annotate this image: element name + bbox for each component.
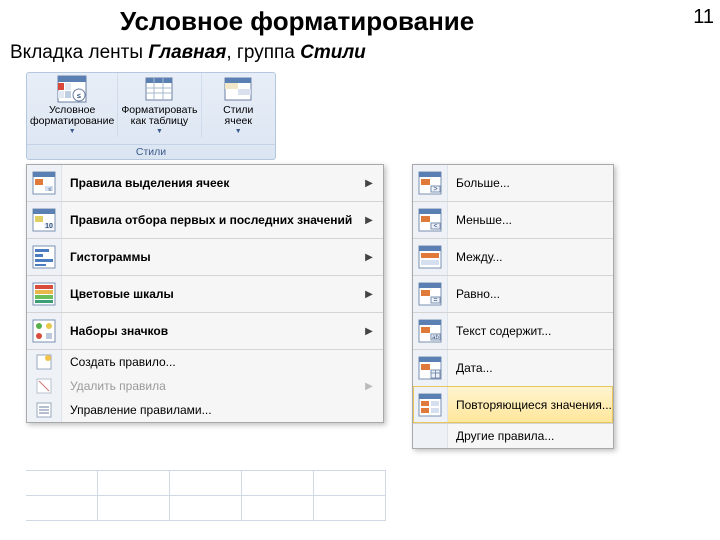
menu-item-highlight-cells-rules[interactable]: ≤ Правила выделения ячеек ▶: [27, 165, 383, 201]
submenu-arrow-icon: ▶: [361, 289, 383, 300]
format-as-table-icon: [144, 75, 174, 103]
submenu-item-duplicate-values[interactable]: Повторяющиеся значения...: [413, 386, 613, 423]
menu-label: Дата...: [448, 361, 613, 375]
menu-label: Удалить правила: [62, 379, 361, 393]
menu-item-manage-rules[interactable]: Управление правилами...: [27, 398, 383, 422]
submenu-item-equal-to[interactable]: = Равно...: [413, 275, 613, 312]
submenu-item-more-rules[interactable]: Другие правила...: [413, 423, 613, 448]
clear-rules-icon: [36, 378, 52, 394]
submenu-arrow-icon: ▶: [361, 178, 383, 189]
format-as-table-button[interactable]: Форматировать как таблицу ▼: [118, 73, 201, 137]
submenu-item-less-than[interactable]: < Меньше...: [413, 201, 613, 238]
subtitle-sep: , группа: [226, 42, 300, 63]
submenu-item-between[interactable]: Между...: [413, 238, 613, 275]
menu-label: Меньше...: [448, 213, 613, 227]
menu-item-top-bottom-rules[interactable]: 10 Правила отбора первых и последних зна…: [27, 201, 383, 238]
conditional-formatting-button[interactable]: ≤ Условное форматирование ▼: [27, 73, 118, 137]
highlight-cells-submenu: > Больше... < Меньше...: [412, 164, 614, 449]
subtitle-tab-name: Главная: [148, 42, 226, 63]
date-icon: [418, 356, 442, 380]
menu-label: Больше...: [448, 176, 613, 190]
page-number: 11: [693, 6, 714, 29]
ribbon-btn3-line2: ячеек: [225, 116, 252, 127]
icon-sets-icon: [32, 319, 56, 343]
svg-text:ab: ab: [432, 335, 439, 341]
ribbon-btn1-line2: форматирование: [30, 116, 114, 127]
submenu-item-text-contains[interactable]: ab Текст содержит...: [413, 312, 613, 349]
menu-label: Повторяющиеся значения...: [448, 398, 620, 412]
menu-label: Другие правила...: [448, 429, 613, 443]
svg-text:10: 10: [45, 223, 53, 230]
menu-item-new-rule[interactable]: Создать правило...: [27, 349, 383, 374]
menu-item-color-scales[interactable]: Цветовые шкалы ▶: [27, 275, 383, 312]
conditional-formatting-menu: ≤ Правила выделения ячеек ▶ 10 Правила о…: [26, 164, 384, 423]
ribbon-styles-group: ≤ Условное форматирование ▼ Форматироват…: [26, 72, 276, 160]
cell-styles-button[interactable]: Стили ячеек ▼: [202, 73, 275, 137]
menu-item-clear-rules[interactable]: Удалить правила ▶: [27, 374, 383, 398]
menu-label: Гистограммы: [62, 250, 361, 264]
submenu-arrow-icon: ▶: [361, 215, 383, 226]
svg-text:<: <: [433, 223, 437, 230]
cell-styles-icon: [223, 75, 253, 103]
menu-item-data-bars[interactable]: Гистограммы ▶: [27, 238, 383, 275]
submenu-item-date[interactable]: Дата...: [413, 349, 613, 386]
new-rule-icon: [36, 354, 52, 370]
dropdown-arrow-icon: ▼: [69, 128, 76, 135]
page-subtitle: Вкладка ленты Главная, группа Стили: [10, 42, 366, 64]
less-than-icon: <: [418, 208, 442, 232]
submenu-arrow-icon: ▶: [361, 326, 383, 337]
top-bottom-icon: 10: [32, 208, 56, 232]
menu-label: Правила отбора первых и последних значен…: [62, 213, 361, 227]
submenu-item-greater-than[interactable]: > Больше...: [413, 165, 613, 201]
between-icon: [418, 245, 442, 269]
menu-label: Текст содержит...: [448, 324, 613, 338]
equal-to-icon: =: [418, 282, 442, 306]
data-bars-icon: [32, 245, 56, 269]
menu-label: Правила выделения ячеек: [62, 176, 361, 190]
text-contains-icon: ab: [418, 319, 442, 343]
subtitle-group-name: Стили: [300, 42, 366, 63]
greater-than-icon: >: [418, 171, 442, 195]
subtitle-prefix: Вкладка ленты: [10, 42, 148, 63]
highlight-cells-icon: ≤: [32, 171, 56, 195]
menu-label: Равно...: [448, 287, 613, 301]
submenu-arrow-icon: ▶: [361, 381, 383, 392]
manage-rules-icon: [36, 402, 52, 418]
dropdown-arrow-icon: ▼: [156, 128, 163, 135]
svg-text:>: >: [433, 186, 437, 193]
dropdown-arrow-icon: ▼: [235, 128, 242, 135]
submenu-arrow-icon: ▶: [361, 252, 383, 263]
page-title: Условное форматирование: [120, 6, 474, 37]
menu-label: Создать правило...: [62, 355, 383, 369]
duplicate-values-icon: [418, 393, 442, 417]
svg-text:=: =: [433, 297, 437, 304]
spreadsheet-grid: [26, 470, 386, 521]
menu-item-icon-sets[interactable]: Наборы значков ▶: [27, 312, 383, 349]
menu-label: Между...: [448, 250, 613, 264]
color-scales-icon: [32, 282, 56, 306]
ribbon-btn2-line2: как таблицу: [131, 116, 189, 127]
menu-label: Управление правилами...: [62, 403, 383, 417]
menu-label: Наборы значков: [62, 324, 361, 338]
menu-label: Цветовые шкалы: [62, 287, 361, 301]
ribbon-group-label: Стили: [27, 144, 275, 158]
conditional-formatting-icon: ≤: [57, 75, 87, 103]
svg-text:≤: ≤: [77, 93, 81, 100]
